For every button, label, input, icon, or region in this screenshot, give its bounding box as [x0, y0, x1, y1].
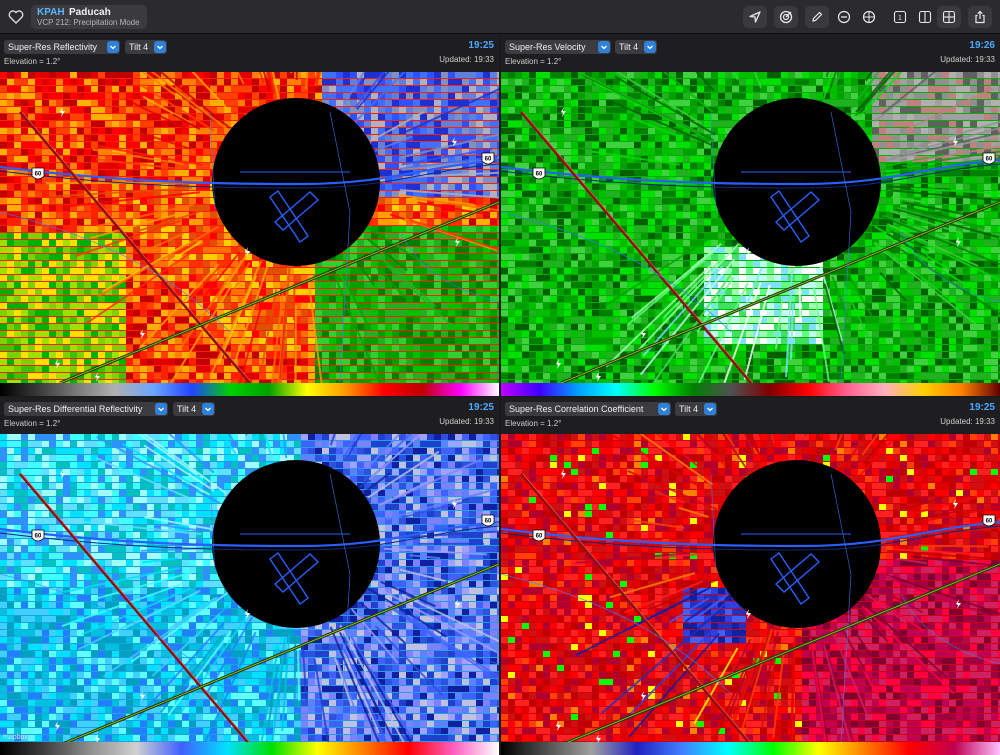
product-label: Super-Res Reflectivity	[8, 42, 98, 52]
panel-header: Super-Res Reflectivity Tilt 4 19:25 Elev…	[0, 35, 499, 72]
panel-header: Super-Res Velocity Tilt 4 19:26 Elevatio…	[501, 35, 1000, 72]
panel-velocity[interactable]: Super-Res Velocity Tilt 4 19:26 Elevatio…	[501, 35, 1000, 396]
product-label: Super-Res Correlation Coefficient	[509, 404, 644, 414]
panel-reflectivity[interactable]: Super-Res Reflectivity Tilt 4 19:25 Elev…	[0, 35, 499, 396]
chevron-down-icon	[658, 403, 670, 415]
scan-time: 19:25	[468, 402, 494, 413]
product-label: Super-Res Velocity	[509, 42, 586, 52]
route-shield-label: 60	[485, 519, 492, 525]
updated-label: Updated: 19:33	[940, 417, 995, 426]
product-selector[interactable]: Super-Res Velocity	[505, 40, 611, 54]
scan-time: 19:25	[969, 402, 995, 413]
scan-time: 19:25	[468, 40, 494, 51]
product-label: Super-Res Differential Reflectivity	[8, 404, 143, 414]
updated-label: Updated: 19:33	[439, 417, 494, 426]
product-selector[interactable]: Super-Res Correlation Coefficient	[505, 402, 671, 416]
route-shield-label: 60	[536, 172, 543, 178]
elevation-label: Elevation = 1.2°	[505, 419, 562, 428]
tilt-label: Tilt 4	[129, 42, 149, 52]
pencil-icon[interactable]	[805, 6, 829, 28]
panel-differential-reflectivity[interactable]: Super-Res Differential Reflectivity Tilt…	[0, 397, 499, 755]
radar-map[interactable]: 60 60	[0, 434, 499, 742]
route-shield-label: 60	[986, 519, 993, 525]
tilt-selector[interactable]: Tilt 4	[615, 40, 657, 54]
route-shield: 60	[481, 152, 495, 165]
panel-header: Super-Res Correlation Coefficient Tilt 4…	[501, 397, 1000, 434]
crosshair-icon[interactable]	[858, 6, 880, 28]
route-shield: 60	[31, 167, 45, 180]
color-scale-bar	[501, 383, 1000, 396]
chevron-down-icon	[598, 41, 610, 53]
favorite-heart-icon[interactable]	[6, 7, 26, 27]
route-shield-label: 60	[485, 157, 492, 163]
quad-layout-icon[interactable]	[937, 6, 961, 28]
color-scale-bar	[501, 742, 1000, 755]
panel-header: Super-Res Differential Reflectivity Tilt…	[0, 397, 499, 434]
elevation-label: Elevation = 1.2°	[4, 57, 61, 66]
chevron-down-icon	[202, 403, 214, 415]
tilt-label: Tilt 4	[619, 42, 639, 52]
tilt-selector[interactable]: Tilt 4	[675, 402, 717, 416]
route-shield: 60	[31, 529, 45, 542]
color-scale-bar	[0, 383, 499, 396]
single-layout-icon[interactable]: 1	[889, 6, 911, 28]
mapbox-attribution[interactable]: mapbox	[3, 734, 28, 741]
tilt-label: Tilt 4	[679, 404, 699, 414]
route-shield-label: 60	[35, 534, 42, 540]
radar-sweep-icon[interactable]	[774, 6, 798, 28]
station-code: KPAH	[37, 7, 65, 18]
tilt-label: Tilt 4	[177, 404, 197, 414]
chevron-down-icon	[155, 403, 167, 415]
radar-map[interactable]: 60 60	[501, 72, 1000, 383]
panel-correlation-coefficient[interactable]: Super-Res Correlation Coefficient Tilt 4…	[501, 397, 1000, 755]
route-shield: 60	[982, 514, 996, 527]
updated-label: Updated: 19:33	[439, 55, 494, 64]
elevation-label: Elevation = 1.2°	[505, 57, 562, 66]
route-shield-label: 60	[35, 172, 42, 178]
dual-layout-icon[interactable]	[914, 6, 936, 28]
chevron-down-icon	[107, 41, 119, 53]
route-shield: 60	[532, 167, 546, 180]
radar-map[interactable]: 60 60	[0, 72, 499, 383]
product-selector[interactable]: Super-Res Reflectivity	[4, 40, 120, 54]
radar-map[interactable]: 60 60	[501, 434, 1000, 742]
product-selector[interactable]: Super-Res Differential Reflectivity	[4, 402, 168, 416]
color-scale-bar	[0, 742, 499, 755]
updated-label: Updated: 19:33	[940, 55, 995, 64]
chevron-down-icon	[644, 41, 656, 53]
elevation-label: Elevation = 1.2°	[4, 419, 61, 428]
tilt-selector[interactable]: Tilt 4	[125, 40, 167, 54]
route-shield: 60	[532, 529, 546, 542]
chevron-down-icon	[704, 403, 716, 415]
vcp-mode: VCP 212: Precipitation Mode	[37, 18, 140, 27]
route-shield: 60	[982, 152, 996, 165]
route-shield-label: 60	[536, 534, 543, 540]
tilt-selector[interactable]: Tilt 4	[173, 402, 215, 416]
station-selector[interactable]: KPAH Paducah VCP 212: Precipitation Mode	[31, 5, 147, 29]
location-arrow-icon[interactable]	[743, 6, 767, 28]
route-shield-label: 60	[986, 157, 993, 163]
chevron-down-icon	[154, 41, 166, 53]
route-shield: 60	[481, 514, 495, 527]
scan-time: 19:26	[969, 40, 995, 51]
top-toolbar: KPAH Paducah VCP 212: Precipitation Mode…	[0, 0, 1000, 34]
share-icon[interactable]	[968, 6, 992, 28]
single-layout-label: 1	[898, 15, 902, 22]
station-name: Paducah	[69, 7, 111, 18]
minus-circle-icon[interactable]	[833, 6, 855, 28]
